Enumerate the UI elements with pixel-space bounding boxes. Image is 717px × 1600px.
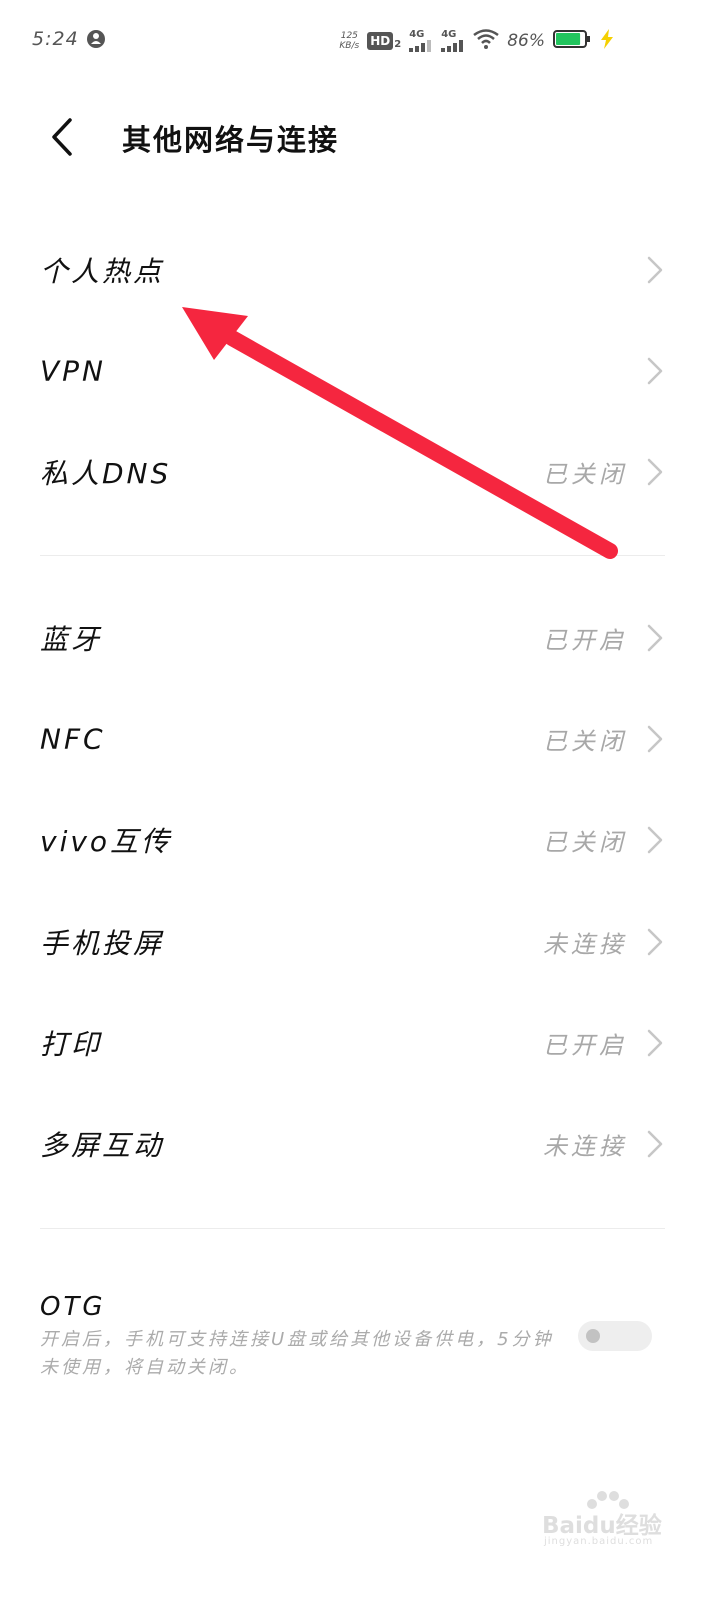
hd-badge: HD <box>367 32 394 50</box>
row-print[interactable]: 打印 已开启 <box>0 993 717 1093</box>
row-status: 已关闭 <box>543 828 627 857</box>
row-status: 已开启 <box>543 1031 627 1060</box>
battery-icon <box>553 29 591 53</box>
status-time: 5:24 <box>32 28 79 50</box>
back-button[interactable] <box>36 112 86 162</box>
hd-sub: 2 <box>394 39 402 50</box>
row-label: 个人热点 <box>40 255 165 288</box>
row-label: 蓝牙 <box>40 623 103 656</box>
row-multi-screen[interactable]: 多屏互动 未连接 <box>0 1094 717 1194</box>
row-status: 未连接 <box>543 1132 627 1161</box>
row-vivo-share[interactable]: vivo互传 已关闭 <box>0 790 717 890</box>
person-notification-icon <box>86 29 106 53</box>
network-speed-value: 125 <box>340 31 358 41</box>
row-screen-cast[interactable]: 手机投屏 未连接 <box>0 892 717 992</box>
chevron-left-icon <box>52 118 72 156</box>
chevron-right-icon <box>647 826 663 854</box>
row-label: 手机投屏 <box>40 927 165 960</box>
sim1-signal-icon: 4G <box>409 30 433 52</box>
chevron-right-icon <box>647 725 663 753</box>
row-status: 已关闭 <box>543 460 627 489</box>
chevron-right-icon <box>647 357 663 385</box>
row-label: vivo互传 <box>40 825 173 858</box>
baidu-watermark: Baidu经验 jingyan.baidu.com <box>538 1491 688 1552</box>
page-header: 其他网络与连接 <box>0 100 717 174</box>
otg-description: 开启后，手机可支持连接U盘或给其他设备供电，5分钟未使用，将自动关闭。 <box>40 1329 554 1378</box>
row-nfc[interactable]: NFC 已关闭 <box>0 689 717 789</box>
chevron-right-icon <box>647 256 663 284</box>
status-bar: 5:24 125 KB/s HD 2 4G 4G 86% <box>0 0 717 80</box>
network-speed: 125 KB/s <box>339 31 359 51</box>
charging-icon <box>599 29 615 53</box>
hd-volte-icon: HD 2 <box>367 32 401 50</box>
page-title: 其他网络与连接 <box>122 123 340 157</box>
row-vpn[interactable]: VPN <box>0 321 717 421</box>
row-label: 私人DNS <box>40 457 172 490</box>
chevron-right-icon <box>647 624 663 652</box>
chevron-right-icon <box>647 458 663 486</box>
section-divider <box>40 1228 665 1229</box>
chevron-right-icon <box>647 1130 663 1158</box>
sim2-type: 4G <box>441 29 457 40</box>
row-private-dns[interactable]: 私人DNS 已关闭 <box>0 422 717 522</box>
row-label: 打印 <box>40 1028 103 1061</box>
row-label: NFC <box>40 722 106 756</box>
row-status: 未连接 <box>543 930 627 959</box>
otg-label: OTG <box>40 1292 106 1322</box>
row-status: 已关闭 <box>543 727 627 756</box>
section-divider <box>40 555 665 556</box>
row-bluetooth[interactable]: 蓝牙 已开启 <box>0 588 717 688</box>
row-label: 多屏互动 <box>40 1129 165 1162</box>
watermark-text: Baidu经验 <box>542 1513 662 1539</box>
chevron-right-icon <box>647 1029 663 1057</box>
network-speed-unit: KB/s <box>339 41 360 51</box>
row-personal-hotspot[interactable]: 个人热点 <box>0 220 717 320</box>
row-label: VPN <box>40 354 106 388</box>
status-indicators: 125 KB/s HD 2 4G 4G 86% <box>339 24 615 58</box>
watermark-url: jingyan.baidu.com <box>544 1536 654 1547</box>
chevron-right-icon <box>647 928 663 956</box>
battery-percent: 86% <box>507 31 545 51</box>
wifi-icon <box>473 29 499 53</box>
sim2-signal-icon: 4G <box>441 30 465 52</box>
sim1-type: 4G <box>409 29 425 40</box>
otg-toggle[interactable] <box>578 1321 652 1351</box>
toggle-knob <box>586 1329 600 1343</box>
row-status: 已开启 <box>543 626 627 655</box>
